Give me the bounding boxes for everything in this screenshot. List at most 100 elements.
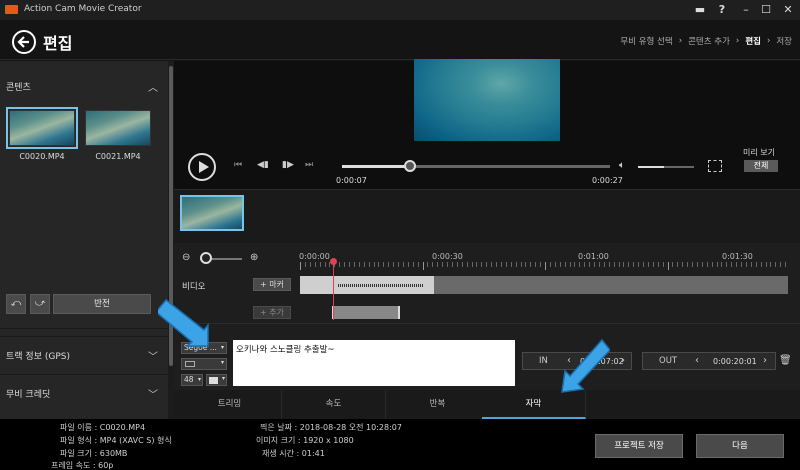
file-name: 파일 이름 : C0020.MP4 xyxy=(60,423,146,432)
image-size: 이미지 크기 : 1920 x 1080 xyxy=(256,436,354,445)
text-style-select[interactable]: ▾ xyxy=(181,358,227,370)
playhead[interactable] xyxy=(333,262,334,320)
help-icon[interactable]: ? xyxy=(712,2,732,18)
breadcrumb-step-save[interactable]: 저장 xyxy=(776,35,792,47)
back-button[interactable] xyxy=(12,30,36,54)
track-info-section[interactable]: 트랙 정보 (GPS) ﹀ xyxy=(0,336,168,372)
ruler-tick xyxy=(618,262,620,267)
out-time[interactable]: 0:00:20:01 xyxy=(713,357,757,366)
ruler-tick xyxy=(780,262,782,267)
ruler-tick xyxy=(589,262,591,267)
content-thumbnail-c0021[interactable] xyxy=(85,110,151,146)
clip-thumbnail[interactable] xyxy=(180,195,244,231)
ruler-tick xyxy=(407,262,409,267)
content-thumbnail-c0020[interactable] xyxy=(6,107,78,149)
font-size-select[interactable]: 48 ▾ xyxy=(181,374,203,386)
maximize-icon[interactable]: ☐ xyxy=(756,2,776,18)
ruler-tick xyxy=(564,262,566,267)
tab-repeat[interactable]: 반복 xyxy=(386,390,490,419)
next-frame-icon[interactable]: ▮▶ xyxy=(282,160,294,170)
out-label: OUT xyxy=(659,356,678,366)
app-logo xyxy=(5,5,18,14)
zoom-in-icon[interactable]: ⊕ xyxy=(250,252,258,263)
ruler-tick xyxy=(471,262,473,267)
fullscreen-icon[interactable] xyxy=(708,160,722,172)
skip-to-end-icon[interactable]: ⏭ xyxy=(305,160,313,170)
ruler-tick xyxy=(388,262,390,267)
ruler-tick xyxy=(545,262,546,270)
ruler-tick xyxy=(652,262,654,267)
current-time: 0:00:07 xyxy=(336,176,367,185)
video-clip[interactable] xyxy=(434,276,788,294)
ruler-tick xyxy=(579,262,581,267)
add-marker-button[interactable]: + 마커 xyxy=(253,278,291,291)
volume-level xyxy=(638,166,664,168)
play-button[interactable] xyxy=(188,153,216,181)
ruler-tick xyxy=(447,262,448,267)
tab-speed[interactable]: 속도 xyxy=(282,390,386,419)
out-next-button[interactable]: › xyxy=(763,355,767,366)
ruler-tick xyxy=(706,262,708,267)
in-next-button[interactable]: › xyxy=(621,355,625,366)
ruler-tick xyxy=(417,262,419,267)
ruler-tick xyxy=(422,262,424,270)
content-filename: C0021.MP4 xyxy=(95,152,141,161)
volume-icon[interactable]: 🔈︎ xyxy=(619,160,625,171)
trash-icon[interactable]: 🗑︎ xyxy=(779,355,792,366)
chevron-up-icon[interactable]: ︿ xyxy=(148,79,158,94)
ruler-tick xyxy=(736,262,738,267)
tab-trimming[interactable]: 트리밍 xyxy=(178,390,282,419)
shot-date: 찍은 날짜 : 2018-08-28 오전 10:28:07 xyxy=(260,423,402,432)
out-previous-button[interactable]: ‹ xyxy=(695,355,699,366)
ruler-tick xyxy=(638,262,640,267)
ruler-tick xyxy=(363,262,365,267)
preview-mode-button[interactable]: 전체 xyxy=(744,160,778,172)
ruler-tick xyxy=(785,262,787,267)
timeline-ruler[interactable] xyxy=(300,262,800,270)
ruler-tick xyxy=(353,262,355,267)
subtitle-text-input[interactable]: 오키나와 스노클링 추출발~ xyxy=(233,340,515,386)
ruler-tick xyxy=(755,262,757,267)
breadcrumb-step-edit: 편집 xyxy=(745,37,761,47)
add-subtitle-button[interactable]: + 추가 xyxy=(253,306,291,319)
rotate-left-button[interactable]: ⤺ xyxy=(6,294,26,314)
next-button[interactable]: 다음 xyxy=(696,434,784,458)
zoom-slider-handle[interactable] xyxy=(200,252,212,264)
ruler-tick xyxy=(726,262,728,267)
subtitle-clip[interactable] xyxy=(332,306,400,319)
breadcrumb-step-movie-type[interactable]: 무비 유형 선택 xyxy=(620,35,672,47)
ruler-tick xyxy=(750,262,752,267)
page-title: 편집 xyxy=(43,34,73,53)
skip-to-start-icon[interactable]: ⏮ xyxy=(234,160,242,170)
ruler-tick xyxy=(760,262,762,267)
tab-subtitle[interactable]: 자막 xyxy=(482,390,586,419)
ruler-tick xyxy=(559,262,561,267)
content-filename: C0020.MP4 xyxy=(19,152,65,161)
ruler-tick xyxy=(633,262,635,267)
toolbox-icon[interactable]: ▬ xyxy=(690,2,710,18)
ruler-tick xyxy=(613,262,615,267)
close-icon[interactable]: ✕ xyxy=(778,2,798,18)
ruler-tick xyxy=(594,262,595,267)
ruler-tick xyxy=(731,262,733,267)
ruler-tick xyxy=(461,262,463,267)
text-color-select[interactable]: ▾ xyxy=(206,374,227,386)
rotate-right-button[interactable]: ⤻ xyxy=(30,294,50,314)
ruler-tick xyxy=(515,262,517,267)
ruler-label: 0:01:30 xyxy=(722,252,753,261)
ruler-label: 0:00:30 xyxy=(432,252,463,261)
save-project-button[interactable]: 프로젝트 저장 xyxy=(595,434,683,458)
seek-bar-handle[interactable] xyxy=(404,160,416,172)
ruler-tick xyxy=(505,262,507,267)
movie-credit-section[interactable]: 무비 크레딧 ﹀ xyxy=(0,374,168,410)
chevron-down-icon: ﹀ xyxy=(148,390,158,401)
flip-button[interactable]: 반전 xyxy=(53,294,151,314)
minimize-icon[interactable]: – xyxy=(736,2,756,18)
text-style-swatch xyxy=(185,361,195,367)
previous-frame-icon[interactable]: ◀▮ xyxy=(257,160,269,170)
ruler-tick xyxy=(696,262,698,267)
ruler-tick xyxy=(525,262,527,267)
breadcrumb-step-add-content[interactable]: 콘텐츠 추가 xyxy=(688,35,730,47)
zoom-out-icon[interactable]: ⊖ xyxy=(182,252,190,263)
ruler-tick xyxy=(775,262,777,267)
